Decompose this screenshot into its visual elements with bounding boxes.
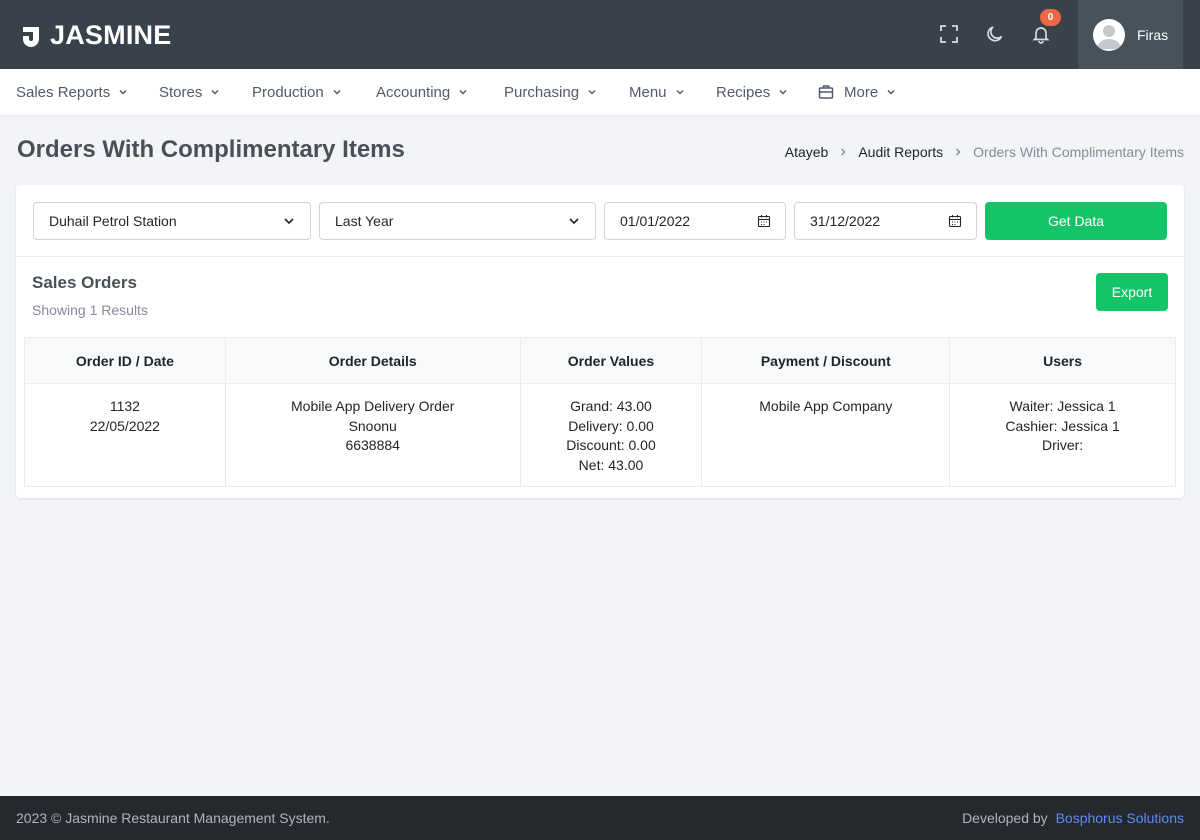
users-cell: Waiter: Jessica 1 Cashier: Jessica 1 Dri… [949,383,1176,487]
calendar-icon [757,215,771,228]
nav-label: Accounting [376,83,451,101]
column-header: Order Details [224,337,521,384]
nav-label: Purchasing [504,83,580,101]
user-name: Firas [1137,26,1169,43]
filter-bar: Duhail Petrol Station Last Year 01/01/20… [16,185,1184,257]
store-select[interactable]: Duhail Petrol Station [33,202,311,240]
chevron-down-icon [887,89,895,95]
export-button[interactable]: Export [1096,273,1168,311]
order-values-cell: Grand: 43.00 Delivery: 0.00 Discount: 0.… [519,383,703,487]
cashier: Cashier: Jessica 1 [1005,417,1120,434]
briefcase-icon [818,85,834,99]
chevron-down-icon [284,218,294,225]
nav-sales-reports[interactable]: Sales Reports [16,69,128,115]
grand-value: Grand: 43.00 [570,398,652,414]
date-to-input[interactable]: 31/12/2022 [794,202,977,240]
order-details-cell: Mobile App Delivery Order Snoonu 6638884 [224,383,521,487]
nav-recipes[interactable]: Recipes [716,69,788,115]
chevron-down-icon [588,89,596,95]
chevron-right-icon [839,147,847,157]
date-to-value: 31/12/2022 [810,213,881,229]
footer-credit: Developed by Bosphorus Solutions [962,810,1184,826]
user-menu[interactable]: Firas [1078,0,1183,69]
order-date: 22/05/2022 [89,417,160,434]
period-select[interactable]: Last Year [319,202,596,240]
nav-label: Sales Reports [16,83,111,101]
column-header: Users [949,337,1176,384]
breadcrumb-item-audit-reports[interactable]: Audit Reports [858,144,943,160]
nav-accounting[interactable]: Accounting [376,69,468,115]
column-header: Order ID / Date [24,337,226,384]
delivery-company: Snoonu [348,417,397,434]
notification-badge: 0 [1040,9,1061,26]
fullscreen-icon[interactable] [936,20,962,48]
nav-label: Recipes [716,83,771,101]
footer-developed-by: Developed by [962,810,1048,826]
moon-icon[interactable] [982,20,1008,48]
brand-name: JASMINE [50,20,172,50]
order-id-date-cell: 1132 22/05/2022 [24,383,226,487]
chevron-down-icon [211,89,219,95]
breadcrumb-item-current: Orders With Complimentary Items [973,144,1184,160]
chevron-down-icon [459,89,467,95]
chevron-right-icon [954,147,962,157]
jasmine-logo-icon [23,26,39,47]
waiter: Waiter: Jessica 1 [1009,398,1116,414]
nav-menu[interactable]: Menu [629,69,685,115]
get-data-button[interactable]: Get Data [985,202,1167,240]
developer-link[interactable]: Bosphorus Solutions [1056,810,1184,826]
date-from-value: 01/01/2022 [620,213,691,229]
footer-copyright: 2023 © Jasmine Restaurant Management Sys… [16,810,330,826]
order-type: Mobile App Delivery Order [291,398,455,414]
nav-label: Production [252,83,324,101]
payment-method: Mobile App Company [759,398,893,414]
external-order-number: 6638884 [345,437,400,453]
nav-label: Stores [159,83,203,101]
main-navbar: Sales Reports Stores Production Accounti… [0,69,1200,115]
net-value: Net: 43.00 [578,456,644,473]
chevron-down-icon [676,89,684,95]
avatar [1093,18,1125,51]
chevron-down-icon [333,89,341,95]
period-select-value: Last Year [335,213,394,229]
nav-purchasing[interactable]: Purchasing [504,69,597,115]
breadcrumb-item-atayeb[interactable]: Atayeb [785,144,829,160]
calendar-icon [948,215,962,228]
nav-label: Menu [629,83,667,101]
driver: Driver: [1041,437,1084,453]
nav-stores[interactable]: Stores [159,69,220,115]
payment-discount-cell: Mobile App Company [701,383,951,487]
topbar: JASMINE 0 Firas [0,0,1200,69]
column-header: Order Values [519,337,703,384]
nav-more[interactable]: More [818,69,896,115]
nav-label: More [844,83,879,101]
order-id: 1132 [109,398,140,414]
table-header-row: Order ID / Date Order Details Order Valu… [24,337,1176,384]
breadcrumb: Atayeb Audit Reports Orders With Complim… [785,144,1184,160]
results-count: Showing 1 Results [32,302,148,318]
brand-logo[interactable]: JASMINE [20,20,171,51]
chevron-down-icon [779,89,787,95]
delivery-value: Delivery: 0.00 [568,417,654,434]
discount-value: Discount: 0.00 [566,437,656,453]
page-title: Orders With Complimentary Items [17,136,405,163]
orders-table: Order ID / Date Order Details Order Valu… [24,337,1176,487]
footer: 2023 © Jasmine Restaurant Management Sys… [0,796,1200,840]
date-from-input[interactable]: 01/01/2022 [604,202,786,240]
table-row[interactable]: 1132 22/05/2022 Mobile App Delivery Orde… [24,383,1176,487]
column-header: Payment / Discount [701,337,951,384]
report-card: Duhail Petrol Station Last Year 01/01/20… [16,185,1184,498]
store-select-value: Duhail Petrol Station [49,213,177,229]
nav-production[interactable]: Production [252,69,342,115]
chevron-down-icon [569,218,579,225]
chevron-down-icon [119,89,127,95]
section-title: Sales Orders [32,273,137,292]
